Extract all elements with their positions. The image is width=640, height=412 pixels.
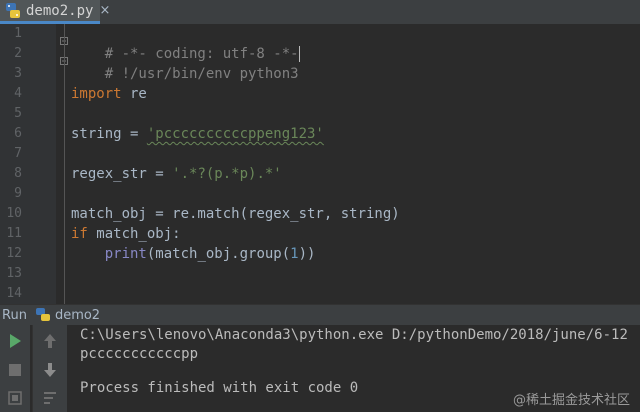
watermark-text: @稀土掘金技术社区 bbox=[512, 393, 630, 408]
number-literal: 1 bbox=[290, 246, 299, 262]
line-number: 9 bbox=[14, 186, 22, 201]
line-number: 10 bbox=[6, 206, 22, 221]
code-line-12: print(match_obj.group(1)) bbox=[71, 244, 316, 264]
code-editor[interactable]: 1 2 3 4 5 6 7 8 9 10 11 12 13 14 # -*- c… bbox=[0, 24, 640, 304]
code-line-1: # -*- coding: utf-8 -*- bbox=[71, 24, 300, 62]
comment-text: # !/usr/bin/env python3 bbox=[104, 66, 299, 82]
console-output-line: Process finished with exit code 0 bbox=[80, 380, 359, 396]
line-number: 6 bbox=[14, 126, 22, 141]
code-line-10: match_obj = re.match(regex_str, string) bbox=[71, 204, 400, 224]
keyword-import: import bbox=[71, 86, 122, 102]
line-number: 12 bbox=[6, 246, 22, 261]
run-output-panel: C:\Users\lenovo\Anaconda3\python.exe D:/… bbox=[0, 325, 640, 412]
run-toolbar-left bbox=[0, 325, 30, 412]
line-number: 1 bbox=[14, 26, 22, 41]
arrow-up-icon[interactable] bbox=[41, 332, 59, 350]
run-tool-label[interactable]: Run bbox=[2, 308, 27, 323]
console-output-line: C:\Users\lenovo\Anaconda3\python.exe D:/… bbox=[80, 327, 628, 343]
run-config-tab[interactable]: demo2 bbox=[55, 308, 100, 323]
builtin-print: print bbox=[104, 246, 147, 262]
stop-icon[interactable] bbox=[6, 361, 24, 379]
close-tab-icon[interactable]: × bbox=[99, 3, 110, 18]
line-number: 11 bbox=[6, 226, 22, 241]
code-line-4: import re bbox=[71, 84, 147, 104]
gutter-separator bbox=[64, 24, 65, 304]
text-caret bbox=[298, 46, 300, 62]
string-literal: 'pccccccccccppeng123' bbox=[146, 126, 324, 142]
run-tool-header: Run demo2 bbox=[0, 304, 640, 326]
code-line-2: # !/usr/bin/env python3 bbox=[71, 44, 299, 82]
line-number-gutter: 1 2 3 4 5 6 7 8 9 10 11 12 13 14 bbox=[0, 24, 68, 304]
rerun-icon[interactable] bbox=[6, 332, 24, 350]
python-run-config-icon bbox=[35, 307, 51, 323]
tab-demo2[interactable]: demo2.py × bbox=[0, 0, 110, 24]
line-number: 4 bbox=[14, 86, 22, 101]
code-line-6: string = 'pccccccccccppeng123' bbox=[71, 124, 324, 144]
line-number: 13 bbox=[6, 266, 22, 281]
line-number: 8 bbox=[14, 166, 22, 181]
code-text: match_obj = re.match(regex_str, string) bbox=[71, 206, 400, 222]
code-text: regex_str = bbox=[71, 166, 173, 182]
code-text: (match_obj.group( bbox=[146, 246, 291, 262]
arrow-down-icon[interactable] bbox=[41, 361, 59, 379]
string-literal: '.*?(p.*p).*' bbox=[172, 166, 282, 182]
console-output-line: pcccccccccccpp bbox=[80, 346, 199, 362]
line-number: 5 bbox=[14, 106, 22, 121]
code-line-8: regex_str = '.*?(p.*p).*' bbox=[71, 164, 282, 184]
code-text: string = bbox=[71, 126, 147, 142]
line-number: 3 bbox=[14, 66, 22, 81]
line-number: 7 bbox=[14, 146, 22, 161]
keyword-if: if bbox=[71, 226, 88, 242]
python-file-icon bbox=[4, 2, 22, 20]
pin-tab-icon[interactable] bbox=[6, 389, 24, 407]
editor-tab-bar: demo2.py × bbox=[0, 0, 640, 25]
soft-wrap-icon[interactable] bbox=[41, 389, 59, 407]
run-toolbar-right bbox=[32, 325, 67, 412]
code-line-11: if match_obj: bbox=[71, 224, 181, 244]
code-text: )) bbox=[298, 246, 316, 262]
code-text: match_obj: bbox=[87, 226, 181, 242]
tab-label: demo2.py bbox=[26, 2, 94, 19]
line-number: 14 bbox=[6, 286, 22, 301]
code-text: re bbox=[121, 86, 147, 102]
line-number: 2 bbox=[14, 46, 22, 61]
